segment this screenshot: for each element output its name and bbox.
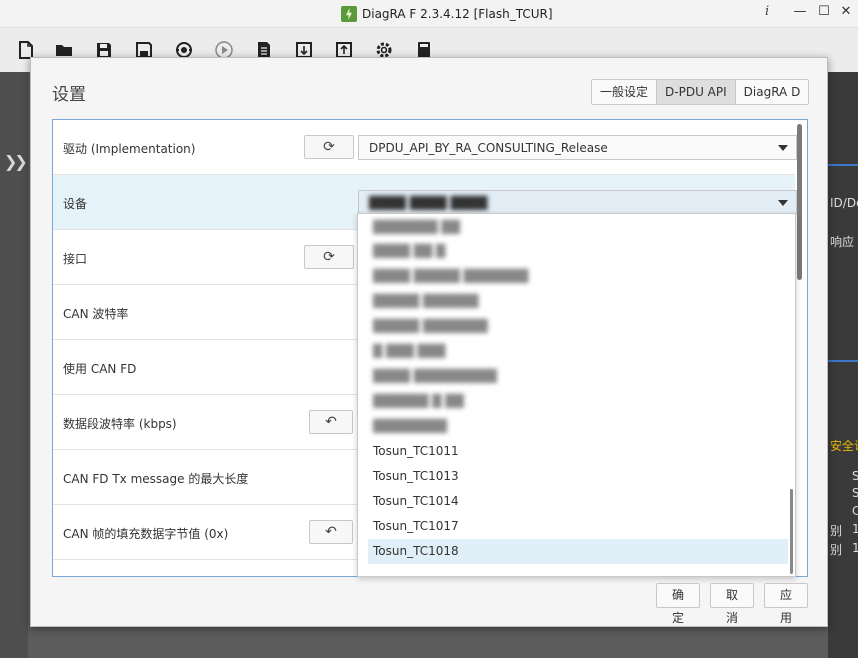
list-item[interactable]: █████ ██████ xyxy=(368,289,788,314)
list-item[interactable]: █████ ███████ xyxy=(368,314,788,339)
dialog-title: 设置 xyxy=(52,85,86,105)
background-column-header: ID/Do xyxy=(830,196,858,210)
refresh-icon: ⟳ xyxy=(323,139,335,155)
background-letter: S xyxy=(852,469,858,483)
list-item[interactable]: Tosun_TC1017 xyxy=(368,514,788,539)
list-item[interactable]: ███████ ██ xyxy=(368,215,788,240)
info-icon[interactable]: i xyxy=(765,4,769,19)
use-can-fd-label: 使用 CAN FD xyxy=(63,362,137,376)
ok-button[interactable]: 确定 xyxy=(656,583,700,625)
title-bar: DiagRA F 2.3.4.12 [Flash_TCUR] i — ☐ ✕ xyxy=(0,0,858,28)
cancel-button[interactable]: 取消 xyxy=(710,583,754,625)
implementation-value: DPDU_API_BY_RA_CONSULTING_Release xyxy=(369,141,608,155)
dropdown-arrow-icon xyxy=(778,200,788,206)
settings-tabs: 一般设定 D-PDU API DiagRA D xyxy=(591,79,810,105)
left-sidebar: ❯❯ xyxy=(0,72,28,658)
tab-diagra-d[interactable]: DiagRA D xyxy=(736,80,809,104)
interface-label: 接口 xyxy=(63,252,88,266)
background-row-value: 1 xyxy=(852,522,858,536)
form-scrollbar[interactable] xyxy=(797,124,802,280)
background-row-label: 别 xyxy=(830,543,843,557)
window-title: DiagRA F 2.3.4.12 [Flash_TCUR] xyxy=(362,7,553,21)
apply-button[interactable]: 应用 xyxy=(764,583,808,625)
background-letter: C xyxy=(852,504,858,518)
undo-icon: ↶ xyxy=(325,414,337,430)
background-row-value: 1 xyxy=(852,541,858,555)
app-logo-icon xyxy=(341,6,357,22)
reset-padding-byte-button[interactable]: ↶ xyxy=(309,520,353,544)
background-divider xyxy=(828,164,858,166)
refresh-implementation-button[interactable]: ⟳ xyxy=(304,135,354,159)
device-dropdown-list: ███████ ██ ████ ██ █ ████ █████ ███████ … xyxy=(357,213,796,577)
list-item[interactable]: Tosun_TC1011 xyxy=(368,439,788,464)
settings-dialog: 设置 一般设定 D-PDU API DiagRA D 驱动 (Implement… xyxy=(30,57,828,627)
background-row-label: 别 xyxy=(830,524,843,538)
expand-sidebar-icon[interactable]: ❯❯ xyxy=(4,152,28,171)
list-item-selected[interactable]: Tosun_TC1018 xyxy=(368,539,788,564)
implementation-label: 驱动 (Implementation) xyxy=(63,142,196,156)
implementation-select[interactable]: DPDU_API_BY_RA_CONSULTING_Release xyxy=(358,135,797,160)
row-implementation: 驱动 (Implementation) ⟳ DPDU_API_BY_RA_CON… xyxy=(53,120,797,175)
device-select[interactable]: ████ ████ ████ xyxy=(358,190,797,215)
device-label: 设备 xyxy=(63,197,88,211)
list-item[interactable]: Tosun_TC1014 xyxy=(368,489,788,514)
list-item[interactable]: █ ███ ███ xyxy=(368,339,788,364)
dropdown-arrow-icon xyxy=(778,145,788,151)
close-button[interactable]: ✕ xyxy=(836,2,856,22)
tab-d-pdu-api[interactable]: D-PDU API xyxy=(657,80,736,104)
list-item[interactable]: ████ █████ ███████ xyxy=(368,264,788,289)
can-padding-byte-label: CAN 帧的填充数据字节值 (0x) xyxy=(63,527,229,541)
dropdown-scrollbar[interactable] xyxy=(790,489,793,574)
refresh-interface-button[interactable]: ⟳ xyxy=(304,245,354,269)
tab-general[interactable]: 一般设定 xyxy=(592,80,658,104)
reset-data-baudrate-button[interactable]: ↶ xyxy=(309,410,353,434)
undo-icon: ↶ xyxy=(325,524,337,540)
background-panel xyxy=(828,72,858,658)
list-item[interactable]: ████ ██ █ xyxy=(368,239,788,264)
list-item[interactable]: ████████ xyxy=(368,414,788,439)
maximize-button[interactable]: ☐ xyxy=(814,2,834,22)
background-security-access-label: 安全访 xyxy=(830,439,858,453)
list-item[interactable]: Tosun_TC1013 xyxy=(368,464,788,489)
refresh-icon: ⟳ xyxy=(323,249,335,265)
background-divider xyxy=(828,360,858,362)
can-baudrate-label: CAN 波特率 xyxy=(63,307,129,321)
background-letter: S xyxy=(852,486,858,500)
list-item[interactable]: ████ █████████ xyxy=(368,364,788,389)
device-value: ████ ████ ████ xyxy=(369,196,488,210)
can-fd-max-length-label: CAN FD Tx message 的最大长度 xyxy=(63,472,249,486)
list-item[interactable]: ██████ █ ██ xyxy=(368,389,788,414)
background-response-label: 响应 xyxy=(830,235,855,249)
minimize-button[interactable]: — xyxy=(790,2,810,22)
data-baudrate-label: 数据段波特率 (kbps) xyxy=(63,417,177,431)
